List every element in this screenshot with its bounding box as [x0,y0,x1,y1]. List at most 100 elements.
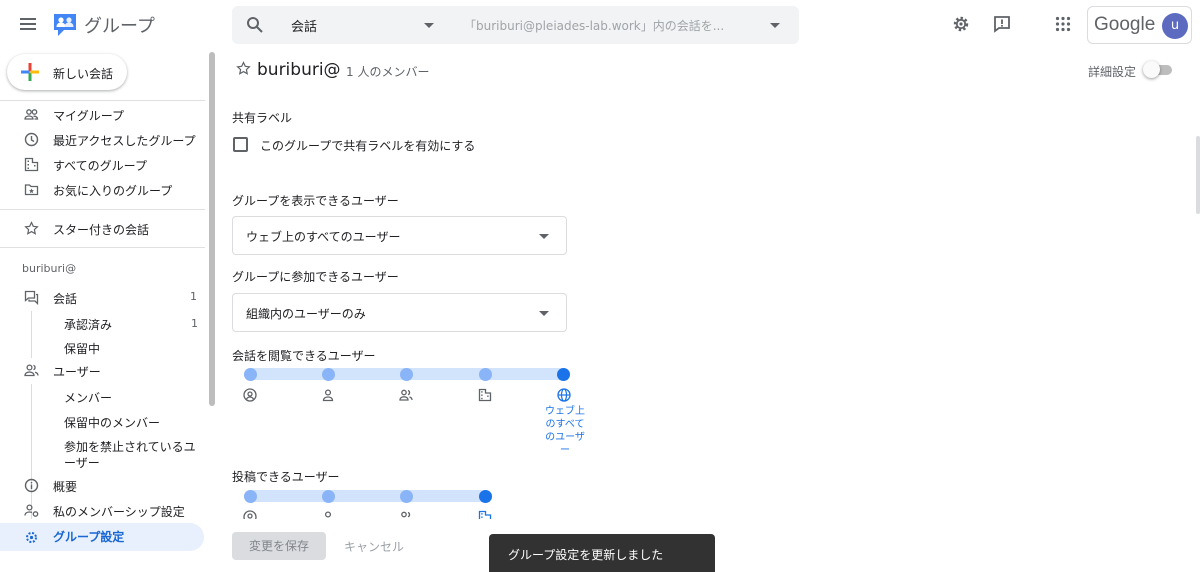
sidebar-item-recent-groups[interactable]: 最近アクセスしたグループ [0,127,205,151]
main-scrollbar[interactable] [1196,136,1200,214]
sidebar-item-favorite-groups[interactable]: お気に入りのグループ [0,177,205,201]
app-header: グループ 会話 「buriburi@pleiades-lab.work」内の会話… [0,0,1200,48]
who-can-join-label: グループに参加できるユーザー [232,270,399,284]
sidebar-item-banned-users-wrap[interactable]: ーザー [64,454,100,471]
app-title[interactable]: グループ [84,12,155,38]
count-badge: 1 [190,290,197,303]
view-level-dot-managers[interactable] [244,368,257,381]
sidebar-item-pending[interactable]: 保留中 [64,340,100,357]
sidebar-item-my-membership[interactable]: 私のメンバーシップ設定 [0,498,205,522]
divider [0,100,205,101]
favorite-star-icon[interactable] [236,61,251,76]
search-input[interactable]: 「buriburi@pleiades-lab.work」内の会話を... [464,17,724,34]
post-level-icons [232,509,532,519]
people-icon [399,388,413,402]
groups-logo-icon[interactable] [52,12,78,38]
clock-icon [24,132,39,147]
cancel-button[interactable]: キャンセル [344,538,404,555]
sidebar-item-label: ユーザー [53,365,101,379]
post-level-dot-organization-selected[interactable] [479,490,492,503]
sidebar: 新しい会話 マイグループ 最近アクセスしたグループ すべてのグループ お気に入り… [0,48,210,572]
sidebar-item-label: お気に入りのグループ [53,184,173,198]
post-level-dot-all-members[interactable] [400,490,413,503]
search-options-chevron-icon[interactable] [770,23,780,29]
shared-labels-checkbox[interactable] [233,137,248,152]
forum-icon [24,290,39,305]
view-level-dot-web-selected[interactable] [557,368,570,381]
sidebar-item-pending-members[interactable]: 保留中のメンバー [64,414,160,431]
apps-grid-icon[interactable] [1053,14,1073,34]
web-level-caption: ウェブ上のすべてのユーザー [545,406,585,456]
shared-labels-checkbox-label[interactable]: このグループで共有ラベルを有効にする [260,137,475,154]
sidebar-item-users[interactable]: ユーザー [0,358,205,382]
select-value: ウェブ上のすべてのユーザー [246,230,401,244]
settings-gear-icon[interactable] [951,14,971,34]
view-level-dot-organization[interactable] [479,368,492,381]
main-menu-icon[interactable] [18,14,38,34]
sidebar-item-label: マイグループ [53,109,125,123]
sidebar-item-banned-users[interactable]: 参加を禁止されているユ [64,438,196,455]
new-conversation-button[interactable]: 新しい会話 [7,54,127,90]
sidebar-item-label: 概要 [53,480,78,494]
chevron-down-icon[interactable] [424,23,434,29]
globe-icon [557,388,571,402]
who-can-see-group-select[interactable]: ウェブ上のすべてのユーザー [232,216,567,255]
sidebar-item-label: 私のメンバーシップ設定 [53,505,185,519]
plus-icon [20,62,40,82]
count-badge: 1 [191,317,198,330]
sidebar-item-approved[interactable]: 承認済み [64,316,112,333]
sidebar-item-my-groups[interactable]: マイグループ [0,102,205,126]
sidebar-item-label: グループ設定 [53,530,125,544]
star-icon [24,221,39,236]
advanced-settings-toggle-thumb[interactable] [1143,61,1160,78]
sidebar-item-starred[interactable]: スター付きの会話 [0,216,205,240]
member-count-link[interactable]: 1 人のメンバー [346,63,429,80]
who-can-post-label: 投稿できるユーザー [232,470,340,484]
sidebar-item-conversations[interactable]: 会話 1 [0,285,205,309]
save-changes-button[interactable]: 変更を保存 [232,532,326,560]
person-icon [321,510,335,519]
feedback-icon[interactable] [992,14,1012,34]
sidebar-item-label: すべてのグループ [53,159,147,173]
person-settings-icon [24,503,39,518]
sidebar-item-label: 最近アクセスしたグループ [53,134,196,148]
advanced-settings-label: 詳細設定 [1088,65,1137,79]
account-circle-icon [243,510,257,519]
dropdown-arrow-icon [539,234,549,240]
post-level-dot-managers[interactable] [244,490,257,503]
sidebar-item-label: 会話 [53,292,78,306]
sidebar-item-label: スター付きの会話 [53,223,150,237]
account-switcher[interactable]: Google u [1087,6,1192,44]
snackbar-notification: グループ設定を更新しました [489,534,715,572]
search-icon[interactable] [246,16,264,34]
building-icon [478,388,492,402]
google-logo: Google [1094,14,1156,35]
gear-icon [24,530,39,545]
view-level-dot-group-members[interactable] [322,368,335,381]
group-name-label: buriburi@ [22,262,77,275]
sidebar-item-overview[interactable]: 概要 [0,473,205,497]
groups-icon [24,107,39,122]
sidebar-scrollbar[interactable] [209,52,215,406]
post-permission-slider[interactable] [244,490,492,502]
divider [0,209,205,210]
shared-labels-heading: 共有ラベル [232,111,293,125]
sidebar-item-members[interactable]: メンバー [64,389,112,406]
sidebar-item-group-settings[interactable]: グループ設定 [0,523,204,551]
post-level-dot-group-members[interactable] [322,490,335,503]
who-can-join-select[interactable]: 組織内のユーザーのみ [232,293,567,332]
who-can-see-group-label: グループを表示できるユーザー [232,194,399,208]
sidebar-item-all-groups[interactable]: すべてのグループ [0,152,205,176]
select-value: 組織内のユーザーのみ [246,307,366,321]
search-bar[interactable]: 会話 「buriburi@pleiades-lab.work」内の会話を... [232,6,799,44]
dropdown-arrow-icon [539,311,549,317]
view-level-dot-all-members[interactable] [400,368,413,381]
building-icon [24,157,39,172]
account-circle-icon [243,388,257,402]
new-conversation-label: 新しい会話 [53,67,114,81]
avatar[interactable]: u [1162,13,1188,39]
person-icon [321,388,335,402]
folder-star-icon [24,182,39,197]
people-icon [399,510,413,519]
search-scope-select[interactable]: 会話 [291,16,317,35]
